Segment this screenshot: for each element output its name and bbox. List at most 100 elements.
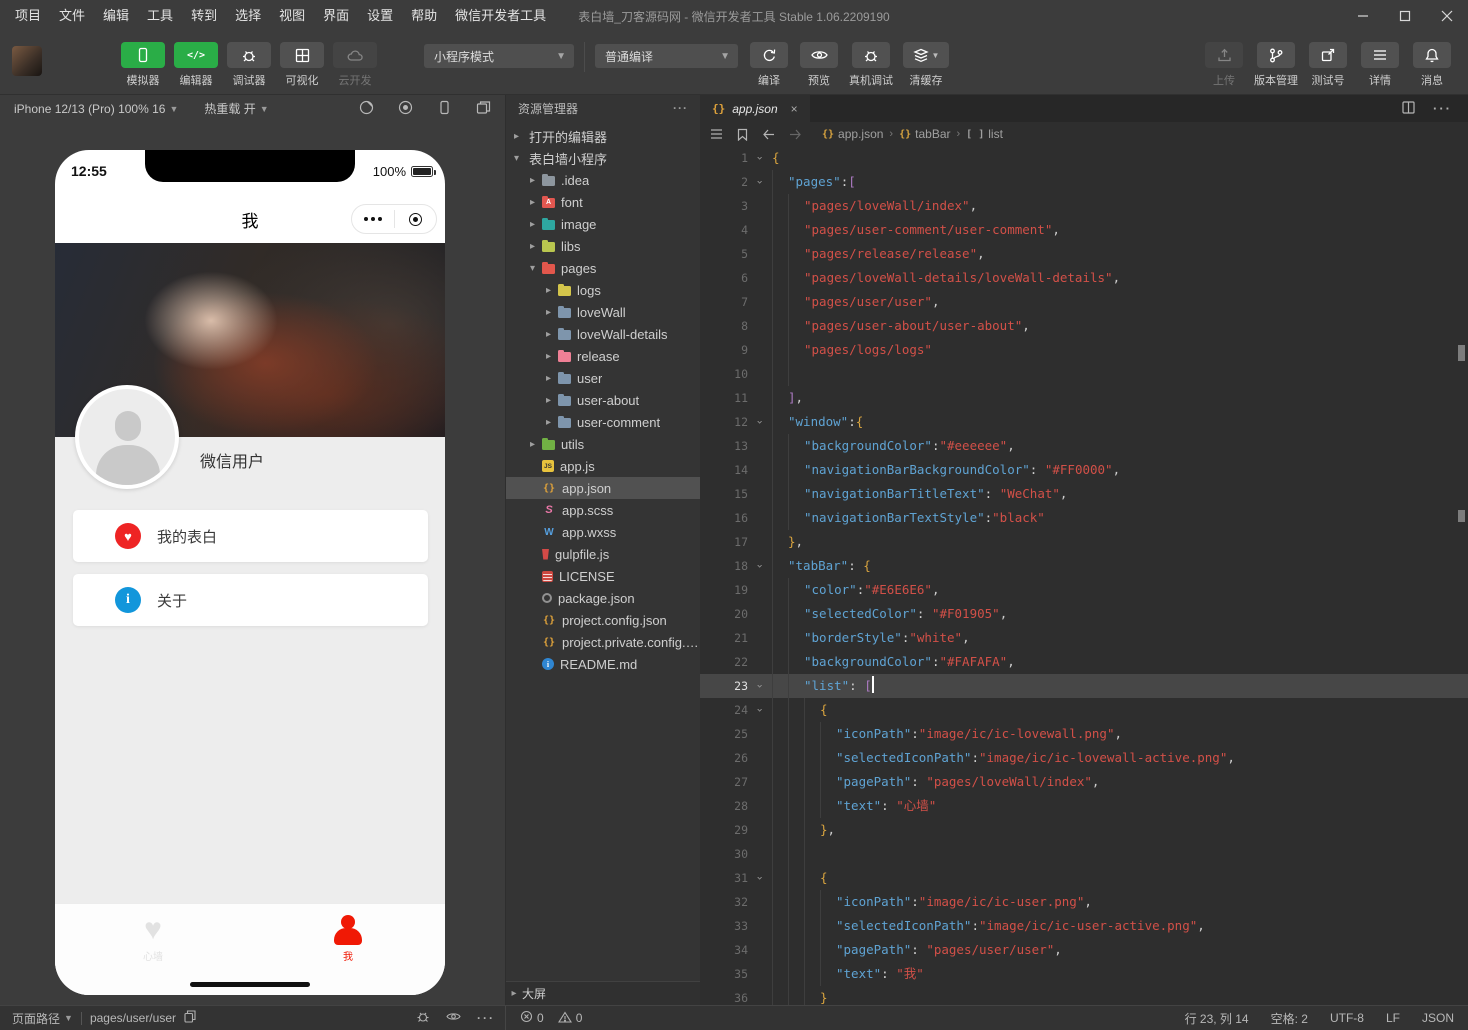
eol[interactable]: LF (1386, 1011, 1400, 1025)
toolbar-button-预览[interactable]: 预览 (796, 42, 842, 88)
toolbar-button-编译[interactable]: 编译 (746, 42, 792, 88)
toolbar-button-上传[interactable]: 上传 (1202, 42, 1246, 88)
code-line-32[interactable]: 32"iconPath":"image/ic/ic-user.png", (700, 890, 1468, 914)
tree-item-user-about[interactable]: ▸user-about (506, 389, 700, 411)
toolbar-button-真机调试[interactable]: 真机调试 (846, 42, 896, 88)
tree-item-libs[interactable]: ▸libs (506, 235, 700, 257)
code-line-7[interactable]: 7"pages/user/user", (700, 290, 1468, 314)
fold-icon[interactable]: › (748, 554, 770, 578)
code-line-17[interactable]: 17}, (700, 530, 1468, 554)
toolbar-button-消息[interactable]: 消息 (1410, 42, 1454, 88)
tree-item-app.scss[interactable]: Sapp.scss (506, 499, 700, 521)
code-line-10[interactable]: 10 (700, 362, 1468, 386)
code-line-16[interactable]: 16"navigationBarTextStyle":"black" (700, 506, 1468, 530)
minimize-icon[interactable] (1342, 0, 1384, 32)
code-line-28[interactable]: 28"text": "心墙" (700, 794, 1468, 818)
fold-icon[interactable]: › (748, 674, 770, 698)
more-icon[interactable] (352, 217, 394, 221)
code-line-30[interactable]: 30 (700, 842, 1468, 866)
code-line-2[interactable]: 2›"pages":[ (700, 170, 1468, 194)
more-actions-icon[interactable]: ··· (1433, 101, 1452, 116)
scrollbar-mark[interactable] (1458, 345, 1465, 361)
device-select[interactable]: iPhone 12/13 (Pro) 100% 16 ▼ (14, 102, 178, 116)
toolbar-button-云开发[interactable]: 云开发 (332, 42, 378, 88)
code-line-19[interactable]: 19"color":"#E6E6E6", (700, 578, 1468, 602)
code-line-4[interactable]: 4"pages/user-comment/user-comment", (700, 218, 1468, 242)
toolbar-button-清缓存[interactable]: ▼清缓存 (900, 42, 952, 88)
fold-icon[interactable]: › (748, 866, 770, 890)
menubar-item-编辑[interactable]: 编辑 (94, 0, 138, 32)
avatar[interactable] (12, 46, 42, 76)
code-line-33[interactable]: 33"selectedIconPath":"image/ic/ic-user-a… (700, 914, 1468, 938)
tree-item-image[interactable]: ▸image (506, 213, 700, 235)
encoding[interactable]: UTF-8 (1330, 1011, 1364, 1025)
menu-item-about[interactable]: i 关于 (73, 574, 428, 626)
user-avatar[interactable] (75, 385, 179, 489)
toolbar-button-模拟器[interactable]: 模拟器 (120, 42, 166, 88)
code-line-12[interactable]: 12›"window":{ (700, 410, 1468, 434)
home-indicator[interactable] (190, 982, 310, 987)
tree-item-pages[interactable]: ▾pages (506, 257, 700, 279)
code-line-34[interactable]: 34"pagePath": "pages/user/user", (700, 938, 1468, 962)
page-path-label[interactable]: 页面路径 (12, 1010, 60, 1027)
code-line-20[interactable]: 20"selectedColor": "#F01905", (700, 602, 1468, 626)
language-mode[interactable]: JSON (1422, 1011, 1454, 1025)
tree-item-release[interactable]: ▸release (506, 345, 700, 367)
code-line-9[interactable]: 9"pages/logs/logs" (700, 338, 1468, 362)
code-line-22[interactable]: 22"backgroundColor":"#FAFAFA", (700, 650, 1468, 674)
tab-app-json[interactable]: {} app.json × (700, 95, 810, 122)
forward-icon[interactable] (789, 129, 802, 140)
tab-lovewall[interactable]: ♥ 心墙 (113, 914, 193, 963)
tree-item-utils[interactable]: ▸utils (506, 433, 700, 455)
close-icon[interactable] (1426, 0, 1468, 32)
breadcrumb-item-list[interactable]: [ ]list (966, 127, 1003, 141)
more-icon[interactable]: ··· (673, 101, 688, 115)
indentation[interactable]: 空格: 2 (1271, 1010, 1308, 1027)
close-tab-icon[interactable]: × (791, 102, 798, 116)
code-line-11[interactable]: 11], (700, 386, 1468, 410)
code-line-8[interactable]: 8"pages/user-about/user-about", (700, 314, 1468, 338)
menubar-item-设置[interactable]: 设置 (358, 0, 402, 32)
outline-icon[interactable] (710, 128, 723, 140)
device-frame-icon[interactable] (437, 100, 452, 118)
more-icon[interactable]: ··· (477, 1011, 495, 1025)
mode-select[interactable]: 小程序模式 ▼ (424, 44, 574, 68)
tree-item-.idea[interactable]: ▸.idea (506, 169, 700, 191)
tree-item-gulpfile.js[interactable]: gulpfile.js (506, 543, 700, 565)
code-line-27[interactable]: 27"pagePath": "pages/loveWall/index", (700, 770, 1468, 794)
cursor-position[interactable]: 行 23, 列 14 (1185, 1010, 1249, 1027)
rotate-icon[interactable] (359, 100, 374, 118)
hot-reload-toggle[interactable]: 热重载 开 ▼ (204, 100, 268, 117)
fold-icon[interactable]: › (748, 146, 770, 170)
toolbar-button-可视化[interactable]: 可视化 (279, 42, 325, 88)
toolbar-button-详情[interactable]: 详情 (1358, 42, 1402, 88)
tree-item-user[interactable]: ▸user (506, 367, 700, 389)
code-line-6[interactable]: 6"pages/loveWall-details/loveWall-detail… (700, 266, 1468, 290)
tree-item-app.wxss[interactable]: Wapp.wxss (506, 521, 700, 543)
tree-item-project.private.config.js...[interactable]: {}project.private.config.js... (506, 631, 700, 653)
menubar-item-工具[interactable]: 工具 (138, 0, 182, 32)
code-line-26[interactable]: 26"selectedIconPath":"image/ic/ic-lovewa… (700, 746, 1468, 770)
multi-window-icon[interactable] (476, 100, 491, 118)
menubar-item-转到[interactable]: 转到 (182, 0, 226, 32)
tab-me[interactable]: 我 (308, 914, 388, 963)
code-line-24[interactable]: 24›{ (700, 698, 1468, 722)
menubar-item-微信开发者工具[interactable]: 微信开发者工具 (446, 0, 555, 32)
maximize-icon[interactable] (1384, 0, 1426, 32)
fold-icon[interactable]: › (748, 410, 770, 434)
split-editor-icon[interactable] (1402, 101, 1415, 117)
breadcrumb-item-app.json[interactable]: {}app.json (822, 127, 883, 141)
code-line-15[interactable]: 15"navigationBarTitleText": "WeChat", (700, 482, 1468, 506)
tree-item-app.js[interactable]: JSapp.js (506, 455, 700, 477)
code-line-29[interactable]: 29}, (700, 818, 1468, 842)
menubar-item-帮助[interactable]: 帮助 (402, 0, 446, 32)
debug-icon[interactable] (416, 1010, 430, 1026)
code-line-31[interactable]: 31›{ (700, 866, 1468, 890)
code-line-14[interactable]: 14"navigationBarBackgroundColor": "#FF00… (700, 458, 1468, 482)
tree-item-user-comment[interactable]: ▸user-comment (506, 411, 700, 433)
menubar-item-界面[interactable]: 界面 (314, 0, 358, 32)
fold-icon[interactable]: › (748, 698, 770, 722)
fold-icon[interactable]: › (748, 170, 770, 194)
toolbar-button-调试器[interactable]: 调试器 (226, 42, 272, 88)
code-line-35[interactable]: 35"text": "我" (700, 962, 1468, 986)
